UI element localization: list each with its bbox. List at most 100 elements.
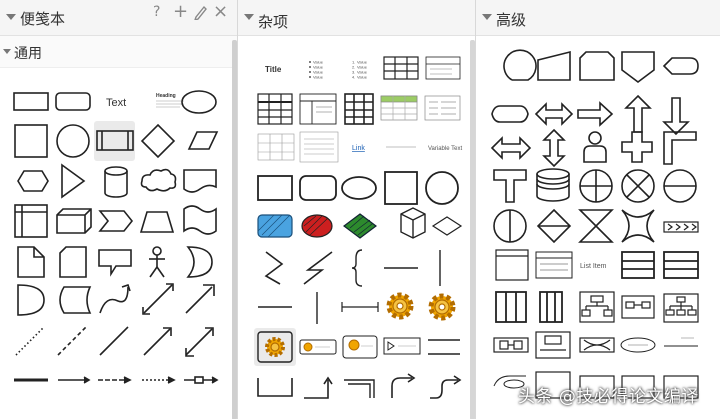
- shape-flat-diamond[interactable]: [431, 216, 463, 236]
- shape-summing-junction[interactable]: [579, 169, 613, 203]
- shape-columns-2[interactable]: [539, 291, 563, 323]
- shape-cylinder[interactable]: [104, 166, 128, 198]
- shape-gear-card[interactable]: [342, 335, 378, 359]
- shape-triangle[interactable]: [61, 163, 86, 199]
- shape-ellipse[interactable]: [181, 90, 217, 114]
- shape-manual-input[interactable]: [537, 50, 571, 81]
- shape-value-grid[interactable]: [257, 133, 295, 161]
- shape-curved-arrow[interactable]: [391, 373, 416, 398]
- shape-labeled-ellipse[interactable]: [620, 337, 656, 353]
- shape-sort[interactable]: [663, 169, 697, 203]
- shape-preparation[interactable]: [579, 51, 615, 81]
- shape-up-arrow[interactable]: [624, 94, 652, 133]
- shape-org-chart[interactable]: [579, 291, 615, 323]
- shape-bidirectional-arrow[interactable]: [142, 283, 174, 315]
- shape-loop[interactable]: [503, 49, 537, 81]
- edit-icon[interactable]: [193, 4, 207, 22]
- shape-title[interactable]: Title: [265, 65, 282, 74]
- shape-t-shape[interactable]: [493, 169, 527, 203]
- shape-line[interactable]: [99, 326, 129, 356]
- shape-variable-text[interactable]: Variable Text: [428, 146, 462, 152]
- shape-down-arrow[interactable]: [662, 97, 690, 136]
- shape-circle[interactable]: [56, 124, 90, 158]
- scratchpad-header[interactable]: 便笺本 ? + ×: [0, 0, 237, 36]
- shape-stored-data[interactable]: [59, 286, 92, 314]
- shape-rounded-rectangle[interactable]: [55, 92, 91, 111]
- close-icon[interactable]: ×: [213, 3, 228, 22]
- shape-or[interactable]: [186, 246, 213, 278]
- shape-list-panel[interactable]: [535, 251, 573, 279]
- shape-lightning-line[interactable]: [303, 251, 333, 285]
- shape-zigzag[interactable]: [264, 251, 284, 285]
- shape-connector-arrow[interactable]: [143, 327, 172, 356]
- shape-grid-table[interactable]: [257, 93, 293, 125]
- shape-link-line[interactable]: [184, 376, 219, 384]
- shape-document[interactable]: [183, 169, 217, 193]
- shape-cloud[interactable]: [140, 168, 177, 192]
- shape-bars-2[interactable]: [663, 251, 699, 279]
- shape-bidirectional-connector[interactable]: [185, 327, 214, 357]
- shape-list-box[interactable]: [425, 56, 461, 80]
- shape-right-arrow[interactable]: [577, 101, 614, 127]
- shape-display[interactable]: [662, 57, 699, 75]
- shape-text[interactable]: Text: [106, 97, 126, 109]
- shape-table[interactable]: [383, 56, 419, 80]
- shape-rectangle[interactable]: [257, 175, 293, 201]
- shape-user[interactable]: [583, 131, 607, 163]
- shape-offpage-connector[interactable]: [621, 51, 655, 83]
- shape-curly-brace[interactable]: [351, 249, 363, 287]
- shape-gear-label[interactable]: [299, 339, 337, 355]
- shape-trapezoid[interactable]: [139, 211, 175, 233]
- shape-hatched-diamond[interactable]: [343, 213, 377, 239]
- shape-corner-l[interactable]: [663, 131, 697, 165]
- shape-rectangle[interactable]: [13, 92, 49, 111]
- shape-database[interactable]: [536, 168, 570, 202]
- shape-dashed-line[interactable]: [57, 326, 87, 356]
- shape-double-arrow[interactable]: [534, 102, 574, 126]
- shape-sequence[interactable]: [493, 337, 529, 353]
- shape-textbox[interactable]: Heading: [156, 93, 184, 108]
- shape-rounded-connector[interactable]: [430, 375, 462, 399]
- shape-square[interactable]: [384, 171, 418, 205]
- shape-form[interactable]: [424, 95, 461, 121]
- shape-dimension-line[interactable]: [341, 302, 379, 312]
- shape-card[interactable]: [59, 246, 87, 278]
- shape-bullet-list[interactable]: Value Value Value Value: [309, 60, 324, 80]
- shape-delay[interactable]: [17, 284, 45, 316]
- shape-curve[interactable]: [99, 286, 129, 314]
- gear-icon[interactable]: [428, 293, 456, 321]
- shape-internal-storage[interactable]: [14, 204, 48, 238]
- help-icon[interactable]: ?: [153, 4, 167, 22]
- shape-link[interactable]: Link: [352, 145, 365, 152]
- shape-split-circle[interactable]: [493, 209, 527, 243]
- shape-collate[interactable]: [536, 208, 572, 244]
- collapse-triangle-icon[interactable]: [482, 14, 492, 20]
- shape-panel[interactable]: [495, 249, 529, 281]
- shape-double-line[interactable]: [428, 339, 460, 355]
- shape-frame[interactable]: [535, 331, 571, 359]
- shape-media-player[interactable]: [383, 337, 421, 355]
- shape-bars[interactable]: [621, 251, 655, 279]
- shape-green-table[interactable]: [380, 95, 418, 121]
- shape-3d-cube[interactable]: [400, 207, 426, 239]
- collapse-triangle-icon[interactable]: [6, 14, 16, 20]
- shape-columns[interactable]: [495, 291, 527, 323]
- shape-cube[interactable]: [56, 208, 92, 234]
- shape-step[interactable]: [98, 210, 134, 232]
- shape-data-grid[interactable]: [344, 93, 374, 125]
- shape-terminator[interactable]: [491, 105, 529, 123]
- shape-bracket-connector[interactable]: [257, 378, 293, 397]
- shape-horizontal-double-arrow[interactable]: [490, 136, 532, 160]
- collapse-triangle-icon[interactable]: [3, 49, 11, 54]
- shape-cross[interactable]: [621, 131, 653, 163]
- shape-chevron-row[interactable]: [663, 221, 699, 233]
- shape-callout[interactable]: [98, 249, 132, 277]
- misc-header[interactable]: 杂项: [238, 0, 475, 36]
- shape-value-list[interactable]: [299, 131, 339, 163]
- shape-actor[interactable]: [149, 246, 165, 278]
- shape-or-junction[interactable]: [621, 169, 655, 203]
- shape-dotted-arrow[interactable]: [142, 376, 176, 384]
- add-icon[interactable]: +: [173, 3, 188, 22]
- shape-line-arrow[interactable]: [58, 376, 91, 384]
- gear-icon[interactable]: [386, 292, 414, 320]
